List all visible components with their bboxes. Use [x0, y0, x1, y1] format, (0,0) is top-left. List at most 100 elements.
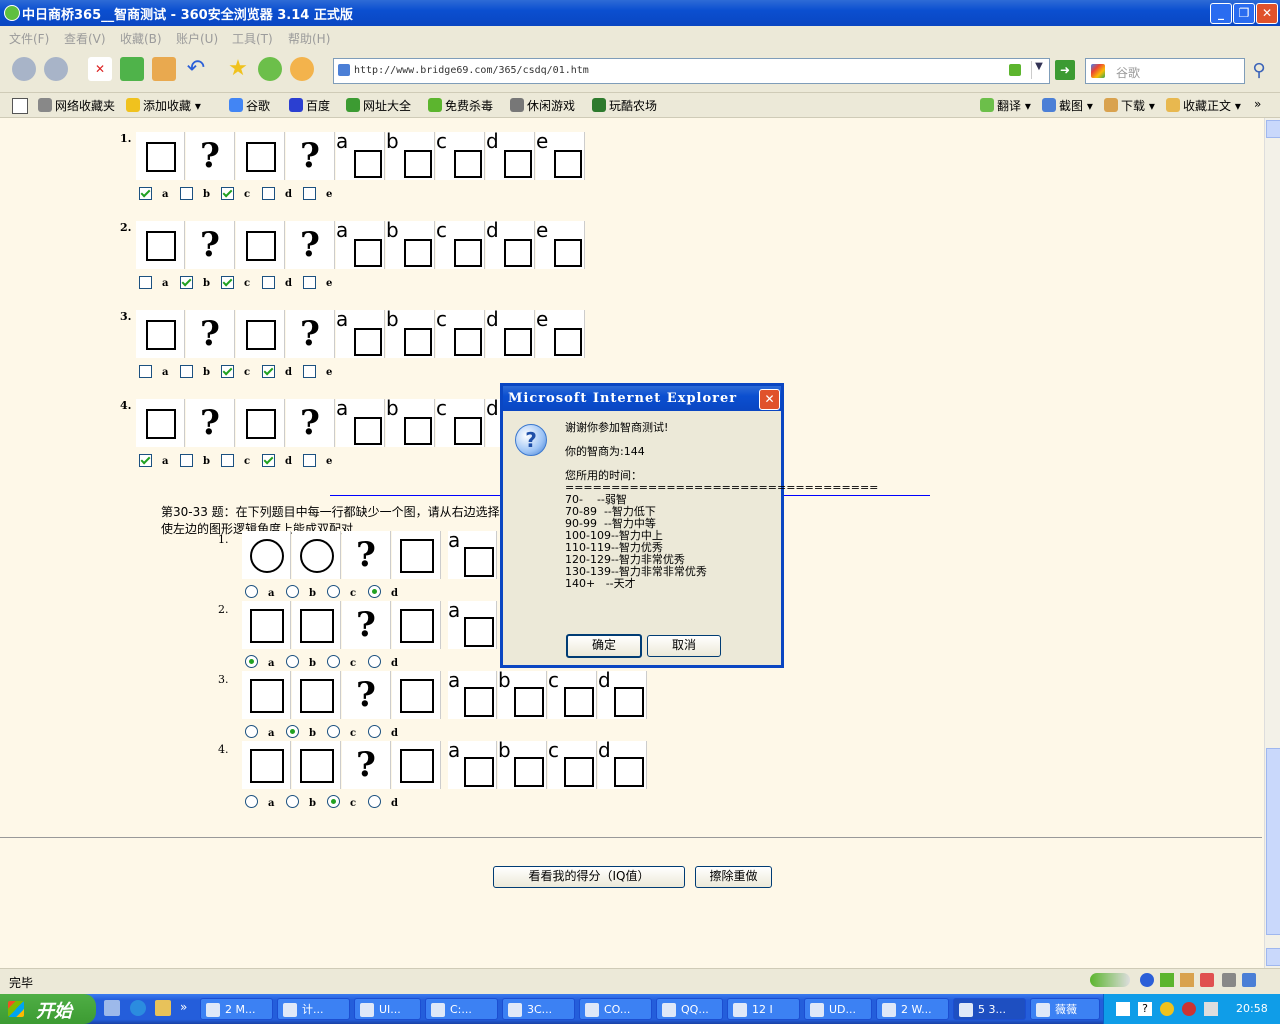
vertical-scrollbar[interactable] [1264, 118, 1280, 968]
scroll-thumb[interactable] [1266, 748, 1280, 935]
checkbox-e[interactable] [303, 276, 316, 289]
status-indicator-icon[interactable] [1090, 973, 1130, 987]
menu-account[interactable]: 账户(U) [176, 30, 218, 47]
start-button[interactable]: 开始 [0, 994, 96, 1024]
forward-icon[interactable] [44, 57, 68, 81]
screenshot-button[interactable]: 截图 ▾ [1042, 97, 1093, 114]
scroll-down-icon[interactable] [1266, 948, 1280, 966]
cancel-button[interactable]: 取消 [647, 635, 721, 657]
home-icon[interactable] [152, 57, 176, 81]
360-icon[interactable] [1200, 973, 1214, 987]
zoom-icon[interactable] [1222, 973, 1236, 987]
address-input[interactable]: http://www.bridge69.com/365/csdq/01.htm [354, 65, 589, 76]
fav-games[interactable]: 休闲游戏 [510, 97, 575, 114]
desktop-icon[interactable] [104, 1000, 120, 1016]
show-score-button[interactable]: 看看我的得分（IQ值） [493, 866, 685, 888]
checkbox-e[interactable] [303, 187, 316, 200]
checkbox-e[interactable] [303, 365, 316, 378]
radio-c[interactable] [327, 795, 340, 808]
fav-add[interactable]: 添加收藏 ▾ [126, 97, 201, 114]
save-content-button[interactable]: 收藏正文 ▾ [1166, 97, 1241, 114]
checkbox-e[interactable] [303, 454, 316, 467]
volume-icon[interactable] [1204, 1002, 1218, 1016]
radio-b[interactable] [286, 655, 299, 668]
radio-a[interactable] [245, 655, 258, 668]
menu-favorites[interactable]: 收藏(B) [120, 30, 162, 47]
menu-tools[interactable]: 工具(T) [232, 30, 273, 47]
radio-d[interactable] [368, 725, 381, 738]
fav-network[interactable]: 网络收藏夹 [38, 97, 115, 114]
checkbox-d[interactable] [262, 365, 275, 378]
checkbox-c[interactable] [221, 454, 234, 467]
ok-button[interactable]: 确定 [566, 634, 642, 658]
radio-b[interactable] [286, 725, 299, 738]
fav-antivirus[interactable]: 免费杀毒 [428, 97, 493, 114]
ie-icon[interactable] [130, 1000, 146, 1016]
star-icon[interactable]: ★ [226, 57, 250, 81]
keyboard-icon[interactable] [1116, 1002, 1130, 1016]
radio-d[interactable] [368, 795, 381, 808]
gear-icon[interactable] [1180, 973, 1194, 987]
antivirus-icon[interactable] [1182, 1002, 1196, 1016]
close-button[interactable]: ✕ [1256, 3, 1278, 24]
radio-d[interactable] [368, 585, 381, 598]
checkbox-c[interactable] [221, 365, 234, 378]
checkbox-d[interactable] [262, 187, 275, 200]
taskbar-item[interactable]: UD... [804, 998, 872, 1020]
taskbar-item[interactable]: UI... [354, 998, 421, 1020]
refresh-icon[interactable] [120, 57, 144, 81]
go-icon[interactable]: ➜ [1055, 60, 1075, 80]
speedup-icon[interactable] [258, 57, 282, 81]
dialog-close-button[interactable]: ✕ [759, 389, 780, 410]
taskbar-item[interactable]: C:... [425, 998, 498, 1020]
checkbox-b[interactable] [180, 365, 193, 378]
search-icon[interactable]: ⚲ [1248, 60, 1270, 82]
menu-view[interactable]: 查看(V) [64, 30, 106, 47]
checkbox-d[interactable] [262, 454, 275, 467]
speed-icon[interactable] [1160, 973, 1174, 987]
taskbar-item[interactable]: 3C... [502, 998, 575, 1020]
sidebar-icon[interactable] [12, 98, 28, 114]
stop-icon[interactable]: ✕ [88, 57, 112, 81]
radio-a[interactable] [245, 795, 258, 808]
radio-d[interactable] [368, 655, 381, 668]
paw-icon[interactable] [290, 57, 314, 81]
taskbar-item[interactable]: 薇薇 [1030, 998, 1100, 1020]
fav-google[interactable]: 谷歌 [229, 97, 270, 114]
taskbar-item[interactable]: 2 W... [876, 998, 949, 1020]
radio-c[interactable] [327, 655, 340, 668]
checkbox-b[interactable] [180, 187, 193, 200]
maximize-button[interactable]: ❐ [1233, 3, 1255, 24]
checkbox-b[interactable] [180, 276, 193, 289]
taskbar-item[interactable]: 5 3... [953, 998, 1026, 1020]
checkbox-a[interactable] [139, 454, 152, 467]
quicklaunch-more-icon[interactable]: » [180, 1000, 187, 1014]
taskbar-item[interactable]: CO... [579, 998, 652, 1020]
checkbox-d[interactable] [262, 276, 275, 289]
fav-farm[interactable]: 玩酷农场 [592, 97, 657, 114]
qq-icon[interactable] [1160, 1002, 1174, 1016]
menu-file[interactable]: 文件(F) [9, 30, 49, 47]
radio-a[interactable] [245, 585, 258, 598]
taskbar-item[interactable]: 计... [277, 998, 350, 1020]
more-icon[interactable]: » [1254, 97, 1261, 111]
reset-button[interactable]: 擦除重做 [695, 866, 772, 888]
radio-b[interactable] [286, 795, 299, 808]
search-input[interactable]: 谷歌 [1116, 64, 1140, 81]
taskbar-item[interactable]: 12 I [727, 998, 800, 1020]
radio-c[interactable] [327, 725, 340, 738]
undo-icon[interactable]: ↶ [184, 57, 208, 81]
menu-help[interactable]: 帮助(H) [288, 30, 330, 47]
address-bar[interactable]: http://www.bridge69.com/365/csdq/01.htm … [333, 58, 1050, 84]
chevron-down-icon[interactable]: ▼ [1031, 61, 1046, 79]
taskbar-item[interactable]: 2 M... [200, 998, 273, 1020]
checkbox-a[interactable] [139, 365, 152, 378]
scroll-up-icon[interactable] [1266, 120, 1280, 138]
radio-b[interactable] [286, 585, 299, 598]
fav-baidu[interactable]: 百度 [289, 97, 330, 114]
radio-c[interactable] [327, 585, 340, 598]
checkbox-a[interactable] [139, 187, 152, 200]
help-icon[interactable]: ? [1138, 1002, 1152, 1016]
download-button[interactable]: 下载 ▾ [1104, 97, 1155, 114]
radio-a[interactable] [245, 725, 258, 738]
